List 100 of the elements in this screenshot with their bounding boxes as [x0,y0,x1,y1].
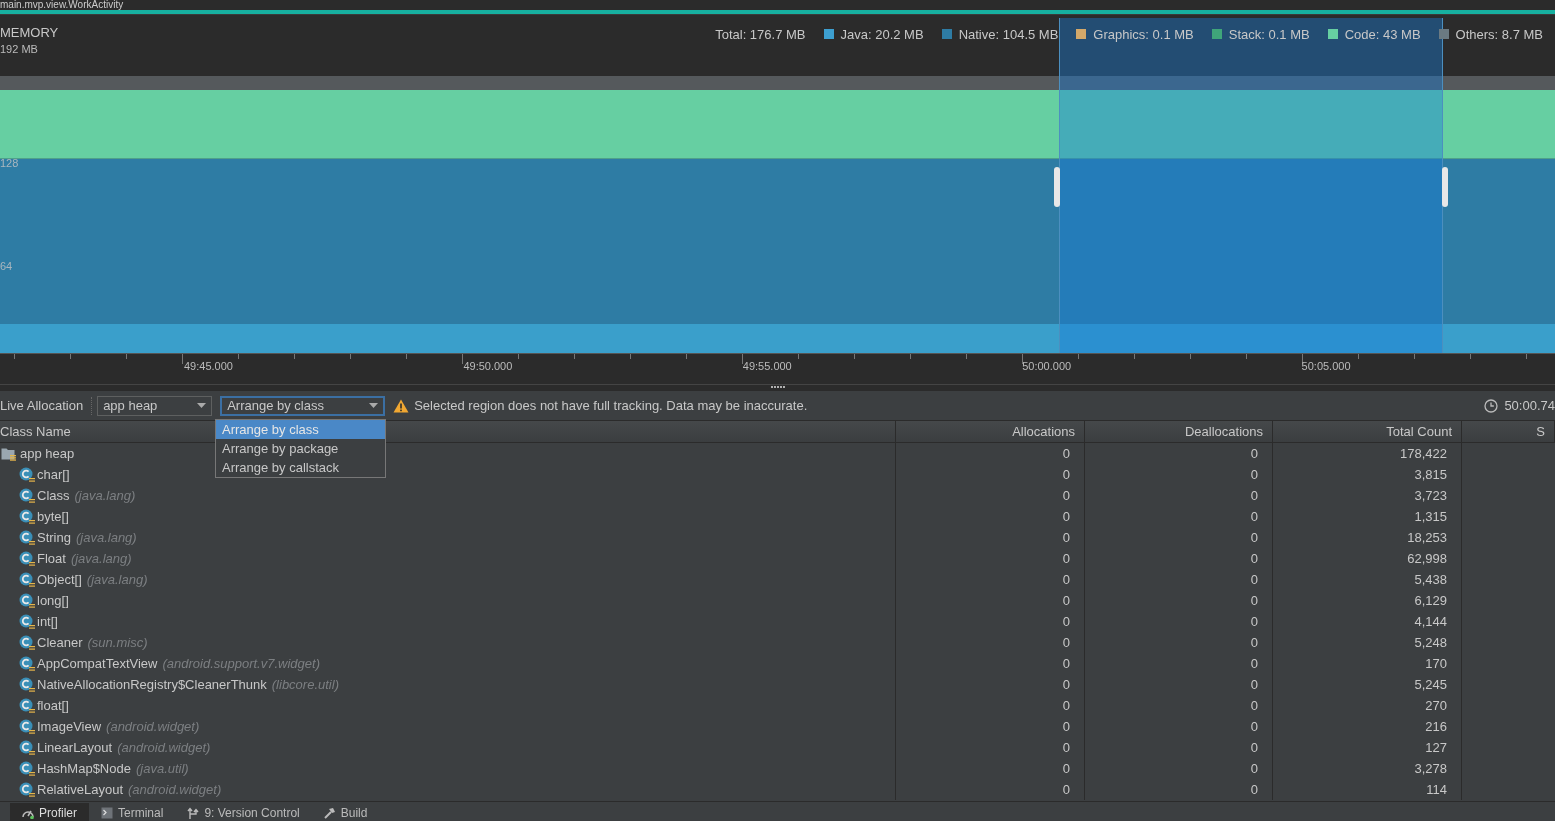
window-title: main.mvp.view.WorkActivity [0,0,125,10]
class-name[interactable]: AppCompatTextView [37,653,158,674]
class-name[interactable]: float[] [37,695,69,716]
class-name[interactable]: byte[] [37,506,69,527]
class-name[interactable]: app heap [20,443,75,464]
class-name[interactable]: LinearLayout [37,737,113,758]
legend-label: Code: 43 MB [1344,26,1421,42]
table-cell: 18,253 [1273,527,1462,548]
table-cell: 0 [896,632,1085,653]
table-cell: 0 [896,779,1085,800]
dropdown[interactable]: app heap [97,395,213,416]
table-cell: 0 [896,506,1085,527]
class-icon [19,487,35,504]
class-name[interactable]: Object[] [37,569,82,590]
branch-icon [187,807,200,819]
package-name: (java.util) [135,760,189,778]
table-cell: 5,248 [1273,632,1462,653]
class-icon [19,760,35,777]
tool-window-tab[interactable]: Profiler [10,803,89,821]
column-header[interactable]: Total Count [1273,421,1462,442]
table-cell: 0 [896,548,1085,569]
table-cell: 0 [1085,695,1273,716]
table-cell: 0 [1085,527,1273,548]
table-cell: 4,144 [1273,611,1462,632]
table-cell: 0 [1085,653,1273,674]
package-name: (java.lang) [86,571,148,589]
table-cell: 0 [1085,590,1273,611]
dropdown[interactable]: Arrange by class [220,395,386,416]
table-cell: 3,278 [1273,758,1462,779]
table-cell: 0 [1085,632,1273,653]
table-cell: 0 [896,758,1085,779]
class-name[interactable]: Class [37,485,70,506]
class-icon [19,634,35,651]
table-cell: 270 [1273,695,1462,716]
package-name: (sun.misc) [87,634,148,652]
class-name[interactable]: HashMap$Node [37,758,131,779]
warning-icon [393,398,410,413]
table-cell: 178,422 [1273,443,1462,464]
table-cell: 127 [1273,737,1462,758]
table-cell: 0 [896,590,1085,611]
tool-window-tab[interactable]: Terminal [89,803,176,821]
table-cell: 0 [896,653,1085,674]
table-cell: 0 [1085,506,1273,527]
table-cell: 0 [1085,737,1273,758]
timestamp: 50:00.74 [1504,398,1555,413]
table-cell: 0 [896,485,1085,506]
time-label: 49:50.000 [463,360,513,372]
column-header[interactable]: Allocations [896,421,1085,442]
package-name: (android.support.v7.widget) [162,655,320,673]
legend-label: Stack: 0.1 MB [1228,26,1310,42]
package-name: (java.lang) [75,529,137,547]
class-name[interactable]: long[] [37,590,69,611]
clock-icon [1484,398,1499,413]
package-name: (java.lang) [74,487,136,505]
time-label: 50:00.000 [1022,360,1072,372]
tool-window-tab[interactable]: Build [311,803,380,821]
table-cell: 0 [1085,779,1273,800]
class-name[interactable]: ImageView [37,716,102,737]
selection-range[interactable] [1059,18,1443,353]
class-icon [19,529,35,546]
toolbar-label: Live Allocation [0,398,85,413]
class-name[interactable]: char[] [37,464,70,485]
class-icon [19,508,35,525]
legend-label: Java: 20.2 MB [840,26,924,42]
class-name[interactable]: NativeAllocationRegistry$CleanerThunk [37,674,267,695]
table-cell: 0 [896,527,1085,548]
class-name[interactable]: Cleaner [37,632,83,653]
table-cell: 0 [1085,716,1273,737]
class-name[interactable]: int[] [37,611,58,632]
terminal-icon [101,807,113,819]
table-cell: 0 [1085,569,1273,590]
class-name[interactable]: RelativeLayout [37,779,123,800]
class-name[interactable]: Float [37,548,66,569]
class-name[interactable]: String [37,527,71,548]
caret-icon [369,403,379,408]
range-handle[interactable] [1442,167,1448,207]
table-cell: 5,438 [1273,569,1462,590]
table-cell: 114 [1273,779,1462,800]
table-cell: 0 [896,569,1085,590]
tool-window-tab[interactable]: 9: Version Control [175,803,312,821]
column-header[interactable]: S [1462,421,1555,442]
range-handle[interactable] [1054,167,1060,207]
package-name: (android.widget) [106,718,200,736]
menu-item[interactable]: Arrange by package [216,439,385,458]
table-cell: 0 [1085,611,1273,632]
table-cell: 0 [896,716,1085,737]
splitter-grip[interactable] [770,386,785,389]
column-header[interactable]: Deallocations [1085,421,1273,442]
package-name: (android.widget) [117,739,211,757]
table-cell: 170 [1273,653,1462,674]
table-cell: 0 [896,737,1085,758]
legend-label: Others: 8.7 MB [1455,26,1543,42]
table-cell: 1,315 [1273,506,1462,527]
table-cell: 3,815 [1273,464,1462,485]
axis-label: 192 MB [0,42,39,57]
axis-label: 128 [0,157,19,169]
menu-item[interactable]: Arrange by callstack [216,458,385,477]
table-cell: 0 [896,695,1085,716]
table-cell: 62,998 [1273,548,1462,569]
class-icon [19,571,35,588]
